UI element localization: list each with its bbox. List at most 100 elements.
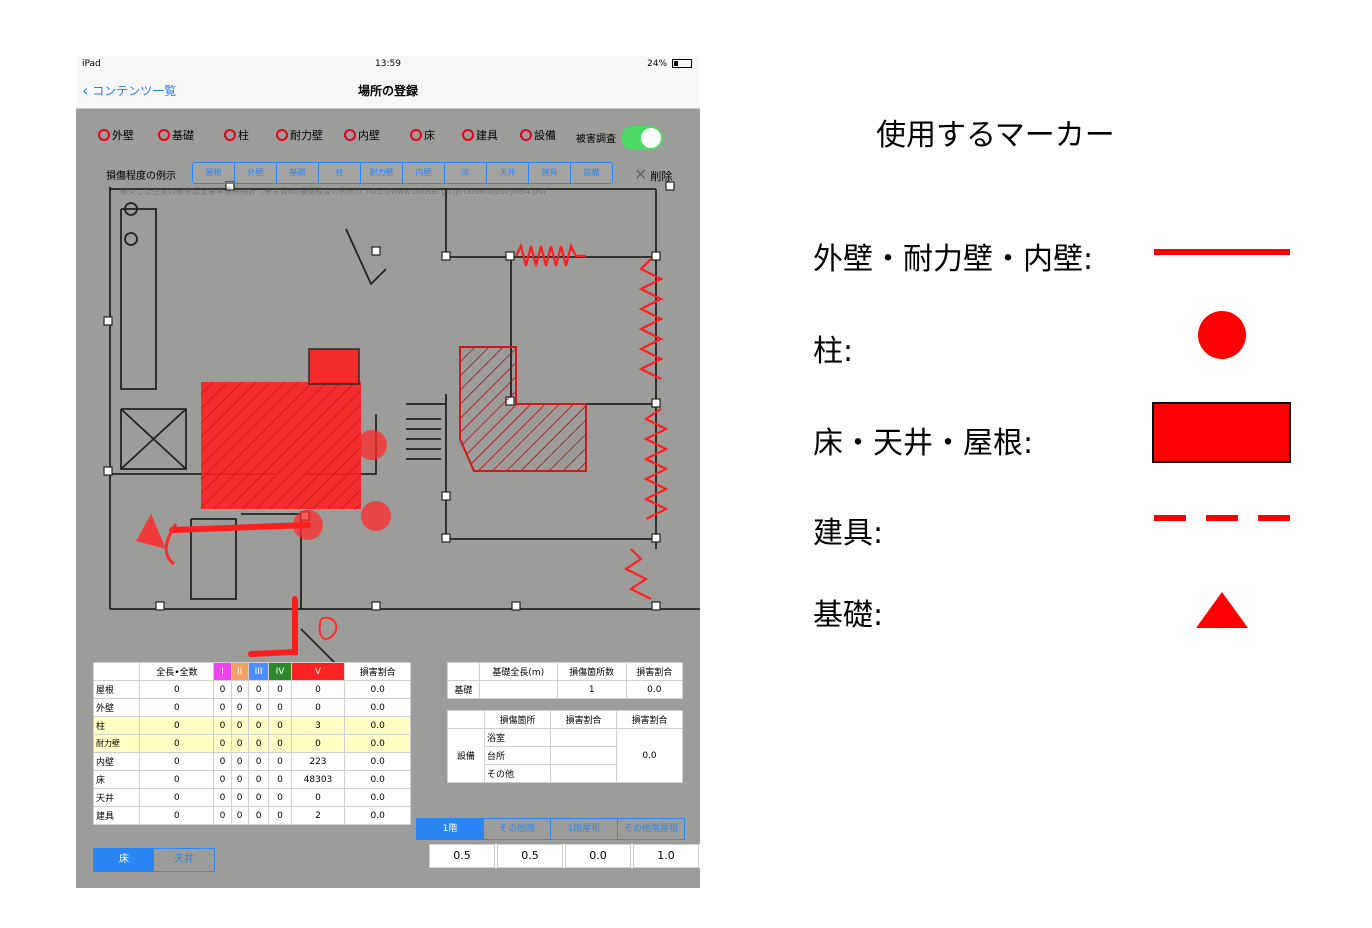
equipment-item-bath: 浴室 (484, 728, 551, 747)
seg-level-other[interactable]: その他階 (484, 819, 551, 839)
seg-interior-wall[interactable]: 内壁 (403, 163, 445, 183)
row-label: 屋根 (92, 680, 141, 699)
cell: 0.0 (344, 788, 411, 807)
legend-label-walls: 外壁・耐力壁・内壁: (813, 242, 1094, 277)
seg-level-1f[interactable]: 1階 (417, 819, 484, 839)
cell: 0 (247, 716, 270, 735)
cell: 0 (213, 734, 232, 753)
header-cell: 全長•全数 (139, 662, 215, 681)
battery-percent: 24% (647, 59, 668, 69)
category-exterior-wall[interactable]: 外壁 (98, 127, 134, 143)
header-cell: V (290, 662, 346, 681)
cell: 0.0 (344, 716, 411, 735)
legend-label-fixture: 建具: (813, 516, 884, 551)
seg-level-other-roof[interactable]: その他階屋根 (618, 819, 684, 839)
seg-foundation[interactable]: 基礎 (277, 163, 319, 183)
floor-plan-canvas[interactable]: 外壁 基礎 柱 耐力壁 内壁 床 建具 設備 被害調査 損傷程度の例示 屋根 外… (76, 109, 700, 888)
cell: 0 (268, 698, 292, 717)
cell: 0 (213, 716, 232, 735)
ipad-screen: iPad 13:59 24% ‹ コンテンツ一覧 場所の登録 外壁 基礎 柱 耐… (76, 56, 700, 888)
rectangle-marker-icon (1152, 402, 1291, 463)
cell: 223 (290, 752, 346, 771)
cell: 0 (247, 806, 270, 825)
cell: 0 (247, 698, 270, 717)
row-label: 柱 (92, 716, 141, 735)
cell: 0 (268, 716, 292, 735)
cell: 0 (139, 680, 215, 699)
row-label: 建具 (92, 806, 141, 825)
ring-icon (224, 129, 236, 141)
foundation-table: 基礎全長(m) 損傷箇所数 損害割合 基礎 1 0.0 (447, 662, 684, 699)
plan-post-markers (103, 181, 675, 611)
level-value-input[interactable]: 1.0 (633, 844, 699, 868)
cell: 0 (268, 770, 292, 789)
cell: 0 (139, 698, 215, 717)
ring-icon (276, 129, 288, 141)
seg-exterior-wall[interactable]: 外壁 (235, 163, 277, 183)
seg-ceiling[interactable]: 天井 (487, 163, 529, 183)
cell: 0 (213, 788, 232, 807)
header-cell: IV (268, 662, 292, 681)
equipment-item-other: その他 (484, 764, 551, 783)
category-foundation[interactable]: 基礎 (158, 127, 194, 143)
seg-bearing-wall[interactable]: 耐力壁 (361, 163, 403, 183)
table-header-row: 損傷箇所 損害割合 損害割合 (446, 710, 684, 729)
clock: 13:59 (375, 59, 401, 69)
seg-fixture[interactable]: 建具 (529, 163, 571, 183)
legend-label-column: 柱: (813, 334, 854, 369)
cell: 0 (268, 806, 292, 825)
seg-roof[interactable]: 屋根 (193, 163, 235, 183)
legend-title: 使用するマーカー (876, 118, 1115, 153)
level-value-input[interactable]: 0.5 (429, 844, 495, 868)
table-row: 建具 0 0 0 0 0 2 0.0 (92, 806, 411, 825)
table-row: 床 0 0 0 0 0 48303 0.0 (92, 770, 411, 789)
table-header-row: 基礎全長(m) 損傷箇所数 損害割合 (447, 662, 684, 681)
cell: 0 (213, 752, 232, 771)
cell: 0 (213, 698, 232, 717)
seg-level-1f-roof[interactable]: 1階屋根 (551, 819, 618, 839)
equipment-label: 設備 (446, 728, 486, 783)
battery-indicator: 24% (647, 59, 692, 69)
ring-icon (462, 129, 474, 141)
category-floor[interactable]: 床 (410, 127, 435, 143)
cell: 0 (139, 716, 215, 735)
damage-survey-label: 被害調査 (576, 134, 616, 145)
seg-floor[interactable]: 床 (445, 163, 487, 183)
equipment-table: 損傷箇所 損害割合 損害割合 設備 浴室 0.0 台所 その他 (446, 710, 684, 783)
seg-equipment[interactable]: 設備 (571, 163, 612, 183)
reference-note: 被災した住家の被害認定基準運用指針（参考資料(損傷程度の例示)）http://w… (120, 187, 546, 196)
seg-ceiling-mode[interactable]: 天井 (154, 849, 214, 871)
header-cell: I (213, 662, 232, 681)
toggle-knob (641, 128, 661, 148)
header-cell (92, 662, 141, 681)
cell: 0 (268, 752, 292, 771)
cell: 0 (247, 770, 270, 789)
category-column[interactable]: 柱 (224, 127, 249, 143)
category-fixture[interactable]: 建具 (462, 127, 498, 143)
cell: 0 (230, 716, 249, 735)
category-interior-wall[interactable]: 内壁 (344, 127, 380, 143)
cell: 0 (290, 698, 346, 717)
cell: 0 (139, 752, 215, 771)
cell: 0 (213, 680, 232, 699)
seg-floor-mode[interactable]: 床 (94, 849, 154, 871)
cell: 0 (290, 680, 346, 699)
triangle-marker-icon (1196, 592, 1248, 628)
cell: 0.0 (344, 734, 411, 753)
cell: 0 (247, 752, 270, 771)
row-label: 天井 (92, 788, 141, 807)
cell: 0 (139, 788, 215, 807)
delete-button[interactable]: ✕ 削除 (634, 165, 672, 184)
seg-column[interactable]: 柱 (319, 163, 361, 183)
header-cell: II (230, 662, 249, 681)
level-value-input[interactable]: 0.0 (565, 844, 631, 868)
cell: 0.0 (344, 770, 411, 789)
damage-survey-toggle[interactable] (621, 126, 663, 150)
category-equipment[interactable]: 設備 (520, 127, 556, 143)
header-cell: III (247, 662, 270, 681)
table-row: 天井 0 0 0 0 0 0 0.0 (92, 788, 411, 807)
level-value-input[interactable]: 0.5 (497, 844, 563, 868)
ring-icon (158, 129, 170, 141)
category-bearing-wall[interactable]: 耐力壁 (276, 127, 323, 143)
cell: 0 (139, 806, 215, 825)
